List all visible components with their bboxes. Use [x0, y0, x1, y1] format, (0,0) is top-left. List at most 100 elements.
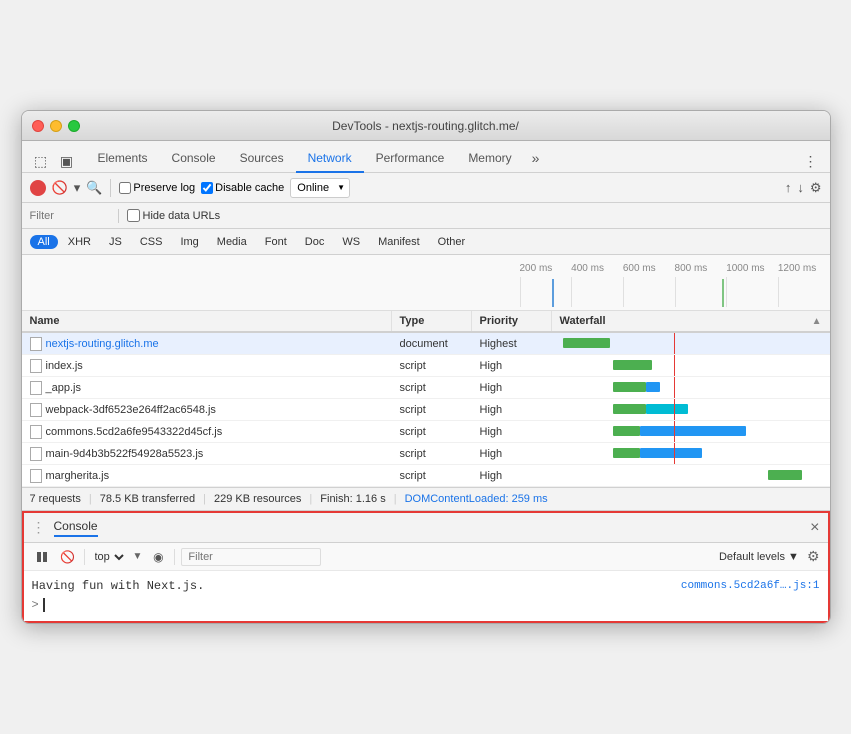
- maximize-button[interactable]: [68, 120, 80, 132]
- devtools-menu-icon[interactable]: ⋮: [800, 150, 822, 172]
- table-row[interactable]: nextjs-routing.glitch.me document Highes…: [22, 333, 830, 355]
- type-media-button[interactable]: Media: [209, 235, 255, 249]
- download-icon[interactable]: ↓: [797, 180, 804, 195]
- disable-cache-label[interactable]: Disable cache: [215, 182, 284, 194]
- online-dropdown[interactable]: Online: [290, 178, 350, 198]
- default-levels-label[interactable]: Default levels ▼: [719, 551, 799, 563]
- th-priority[interactable]: Priority: [472, 311, 552, 331]
- table-row[interactable]: commons.5cd2a6fe9543322d45cf.js script H…: [22, 421, 830, 443]
- eye-icon[interactable]: ◉: [148, 547, 168, 567]
- table-row[interactable]: margherita.js script High: [22, 465, 830, 487]
- sort-icon: ▲: [812, 316, 822, 327]
- tab-performance[interactable]: Performance: [364, 147, 457, 173]
- drag-icon: ⋮: [32, 519, 46, 536]
- tab-console[interactable]: Console: [160, 147, 228, 173]
- td-name: nextjs-routing.glitch.me: [22, 335, 392, 353]
- status-bar: 7 requests | 78.5 KB transferred | 229 K…: [22, 487, 830, 511]
- th-waterfall[interactable]: Waterfall ▲: [552, 311, 830, 331]
- close-button[interactable]: [32, 120, 44, 132]
- table-row[interactable]: _app.js script High: [22, 377, 830, 399]
- type-doc-button[interactable]: Doc: [297, 235, 333, 249]
- network-toolbar: 🚫 ▾ 🔍 Preserve log Disable cache Online …: [22, 173, 830, 203]
- type-ws-button[interactable]: WS: [334, 235, 368, 249]
- td-waterfall: [552, 421, 830, 442]
- console-cursor: [43, 598, 45, 612]
- table-row[interactable]: index.js script High: [22, 355, 830, 377]
- type-xhr-button[interactable]: XHR: [60, 235, 99, 249]
- console-body: Having fun with Next.js. commons.5cd2a6f…: [24, 571, 828, 621]
- td-priority: Highest: [472, 336, 552, 352]
- console-title[interactable]: Console: [54, 519, 98, 537]
- td-waterfall: [552, 355, 830, 376]
- cursor-tool-icon[interactable]: ⬚: [30, 150, 52, 172]
- waterfall-labels: 200 ms 400 ms 600 ms 800 ms 1000 ms 1200…: [520, 263, 830, 274]
- console-filter-input[interactable]: [181, 548, 321, 566]
- tab-elements[interactable]: Elements: [86, 147, 160, 173]
- file-icon: [30, 359, 42, 373]
- minimize-button[interactable]: [50, 120, 62, 132]
- table-row[interactable]: webpack-3df6523e264ff2ac6548.js script H…: [22, 399, 830, 421]
- type-manifest-button[interactable]: Manifest: [370, 235, 428, 249]
- device-mode-icon[interactable]: ▣: [56, 150, 78, 172]
- td-type: document: [392, 336, 472, 352]
- type-other-button[interactable]: Other: [430, 235, 474, 249]
- td-type: script: [392, 468, 472, 484]
- type-font-button[interactable]: Font: [257, 235, 295, 249]
- td-priority: High: [472, 358, 552, 374]
- disable-cache-checkbox[interactable]: [201, 182, 213, 194]
- console-prompt[interactable]: >: [32, 598, 820, 612]
- type-img-button[interactable]: Img: [172, 235, 206, 249]
- filter-input[interactable]: [30, 210, 110, 222]
- clear-button[interactable]: 🚫: [52, 180, 68, 196]
- td-type: script: [392, 402, 472, 418]
- devtools-window: DevTools - nextjs-routing.glitch.me/ ⬚ ▣…: [21, 110, 831, 624]
- toolbar-right: ↑ ↓ ⚙: [785, 180, 822, 196]
- td-name: main-9d4b3b522f54928a5523.js: [22, 445, 392, 463]
- waterfall-timeline-header: 200 ms 400 ms 600 ms 800 ms 1000 ms 1200…: [22, 255, 830, 311]
- context-select[interactable]: top: [91, 550, 127, 564]
- th-name[interactable]: Name: [22, 311, 392, 331]
- wf-red-line: [674, 421, 675, 442]
- wf-bar-cyan: [646, 404, 688, 414]
- console-settings-icon[interactable]: ⚙: [807, 548, 820, 565]
- type-css-button[interactable]: CSS: [132, 235, 171, 249]
- wf-bar-green: [613, 448, 641, 458]
- type-all-button[interactable]: All: [30, 235, 58, 249]
- wf-header-green-line: [722, 279, 724, 307]
- search-icon[interactable]: 🔍: [86, 180, 102, 196]
- file-icon: [30, 403, 42, 417]
- tab-memory[interactable]: Memory: [456, 147, 523, 173]
- wf-bar-blue: [640, 448, 701, 458]
- network-table-body: nextjs-routing.glitch.me document Highes…: [22, 333, 830, 487]
- td-type: script: [392, 358, 472, 374]
- wf-header-blue-line: [552, 279, 554, 307]
- wf-bar-blue: [646, 382, 660, 392]
- td-waterfall: [552, 399, 830, 420]
- console-header: ⋮ Console ×: [24, 513, 828, 543]
- more-tabs-button[interactable]: »: [524, 146, 548, 172]
- console-log-ref[interactable]: commons.5cd2a6f….js:1: [681, 578, 820, 596]
- play-icon[interactable]: [32, 547, 52, 567]
- td-name: webpack-3df6523e264ff2ac6548.js: [22, 401, 392, 419]
- settings-icon[interactable]: ⚙: [810, 180, 822, 196]
- preserve-log-checkbox[interactable]: [119, 182, 131, 194]
- tab-sources[interactable]: Sources: [228, 147, 296, 173]
- wf-label-600: 600 ms: [623, 263, 675, 274]
- th-type[interactable]: Type: [392, 311, 472, 331]
- close-console-button[interactable]: ×: [810, 519, 819, 537]
- block-icon[interactable]: 🚫: [58, 547, 78, 567]
- toolbar-sep2: [174, 549, 175, 565]
- table-row[interactable]: main-9d4b3b522f54928a5523.js script High: [22, 443, 830, 465]
- wf-bar-green: [563, 338, 610, 348]
- tab-network[interactable]: Network: [296, 147, 364, 173]
- type-js-button[interactable]: JS: [101, 235, 130, 249]
- preserve-log-label[interactable]: Preserve log: [133, 182, 195, 194]
- transferred-size: 78.5 KB transferred: [100, 493, 195, 505]
- nav-tabs: ⬚ ▣ Elements Console Sources Network Per…: [22, 141, 830, 173]
- hide-data-urls-checkbox[interactable]: [127, 209, 140, 222]
- hide-data-urls-label[interactable]: Hide data URLs: [143, 210, 221, 222]
- filter-bar: Hide data URLs: [22, 203, 830, 229]
- filter-icon[interactable]: ▾: [74, 180, 81, 196]
- upload-icon[interactable]: ↑: [785, 180, 792, 195]
- record-button[interactable]: [30, 180, 46, 196]
